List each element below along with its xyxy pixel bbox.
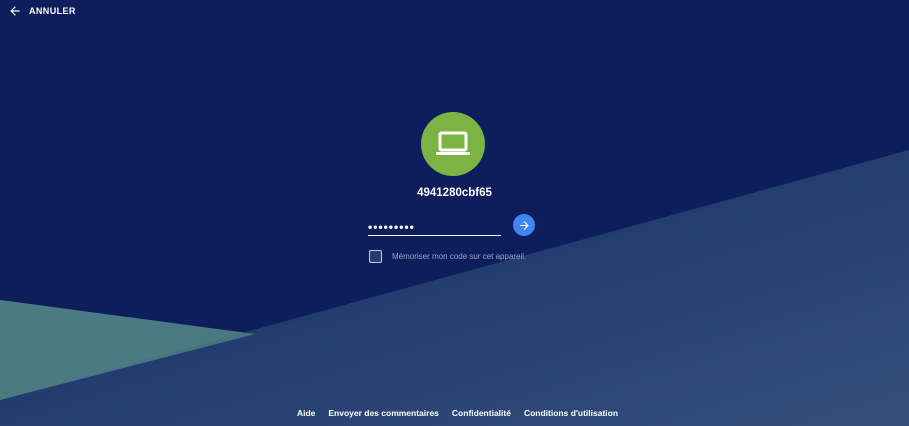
arrow-right-icon xyxy=(518,219,531,232)
arrow-left-icon xyxy=(8,4,22,18)
laptop-icon xyxy=(435,129,471,159)
help-link[interactable]: Aide xyxy=(297,408,315,418)
feedback-link[interactable]: Envoyer des commentaires xyxy=(328,408,439,418)
cancel-button[interactable]: ANNULER xyxy=(8,4,76,18)
device-avatar xyxy=(421,112,485,176)
footer-links: Aide Envoyer des commentaires Confidenti… xyxy=(0,408,909,418)
remember-label: Mémoriser mon code sur cet appareil. xyxy=(392,252,527,261)
remember-checkbox[interactable] xyxy=(369,250,382,263)
pin-input[interactable]: ••••••••• xyxy=(368,219,501,236)
background xyxy=(0,0,909,426)
cancel-label: ANNULER xyxy=(29,6,76,16)
terms-link[interactable]: Conditions d'utilisation xyxy=(524,408,618,418)
remember-option[interactable]: Mémoriser mon code sur cet appareil. xyxy=(369,250,526,263)
privacy-link[interactable]: Confidentialité xyxy=(452,408,511,418)
submit-button[interactable] xyxy=(513,214,535,236)
device-name: 4941280cbf65 xyxy=(417,187,492,199)
